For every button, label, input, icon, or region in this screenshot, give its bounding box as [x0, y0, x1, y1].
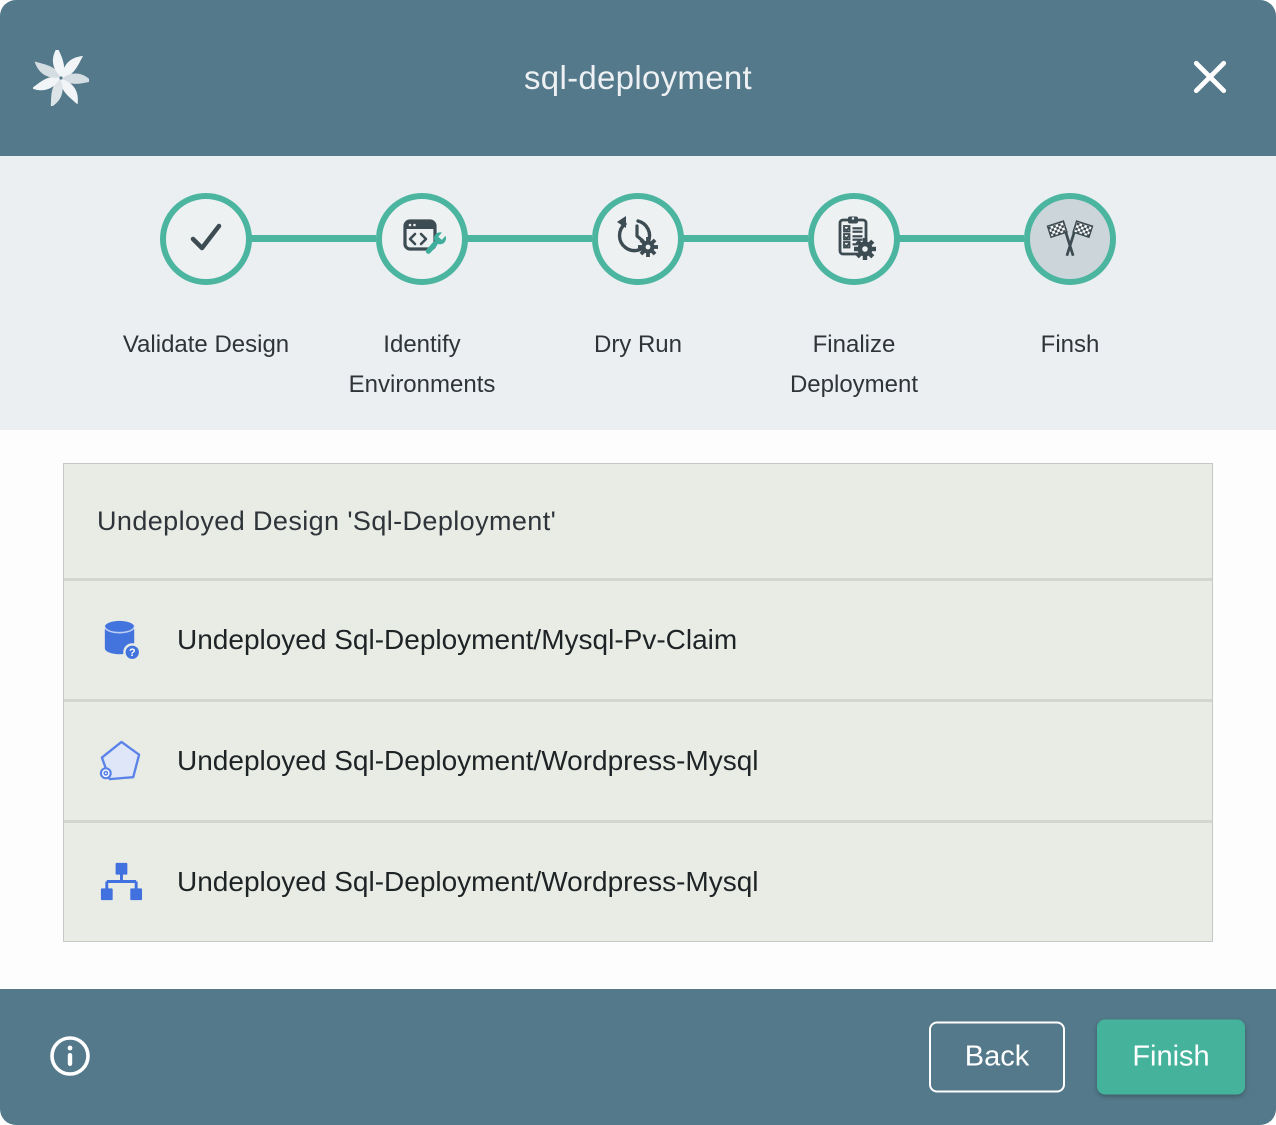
step-finish: Finsh — [962, 193, 1178, 405]
info-icon — [48, 1034, 92, 1081]
step-finish-circle[interactable] — [1024, 193, 1116, 285]
checkered-flags-icon — [1045, 212, 1095, 267]
step-finalize-deployment: Finalize Deployment — [746, 193, 962, 405]
step-label: Dry Run — [594, 325, 682, 365]
finish-button[interactable]: Finish — [1097, 1020, 1245, 1095]
step-dry-run-circle[interactable] — [592, 193, 684, 285]
svg-text:?: ? — [129, 647, 136, 659]
dialog-body: Undeployed Design 'Sql-Deployment' ? Und… — [0, 430, 1276, 989]
result-row-wordpress-mysql-pod: Undeployed Sql-Deployment/Wordpress-Mysq… — [64, 699, 1212, 820]
back-button[interactable]: Back — [929, 1022, 1065, 1093]
pod-icon — [97, 738, 144, 785]
dialog-footer: Back Finish — [0, 989, 1276, 1125]
database-icon: ? — [97, 617, 144, 664]
step-finalize-deployment-circle[interactable] — [808, 193, 900, 285]
step-identify-environments-circle[interactable] — [376, 193, 468, 285]
close-button[interactable] — [1188, 56, 1232, 100]
history-gear-icon — [614, 213, 662, 266]
info-button[interactable] — [48, 1035, 92, 1079]
step-label: Finalize Deployment — [754, 325, 954, 405]
result-row-wordpress-mysql-topology: Undeployed Sql-Deployment/Wordpress-Mysq… — [64, 820, 1212, 941]
deployment-wizard-dialog: sql-deployment — [0, 0, 1276, 1125]
step-validate-design-circle[interactable] — [160, 193, 252, 285]
step-label: Identify Environments — [322, 325, 522, 405]
step-label: Finsh — [1041, 325, 1100, 365]
check-icon — [182, 213, 230, 266]
step-identify-environments: Identify Environments — [314, 193, 530, 405]
result-text: Undeployed Sql-Deployment/Wordpress-Mysq… — [177, 745, 759, 777]
step-validate-design: Validate Design — [98, 193, 314, 405]
result-text: Undeployed Design 'Sql-Deployment' — [97, 506, 556, 537]
result-row-design: Undeployed Design 'Sql-Deployment' — [64, 464, 1212, 578]
footer-actions: Back Finish — [929, 1020, 1245, 1095]
clipboard-gear-icon — [830, 213, 878, 266]
code-window-wrench-icon — [398, 213, 446, 266]
deployment-results-list: Undeployed Design 'Sql-Deployment' ? Und… — [63, 463, 1213, 942]
step-label: Validate Design — [123, 325, 289, 365]
step-dry-run: Dry Run — [530, 193, 746, 405]
result-text: Undeployed Sql-Deployment/Mysql-Pv-Claim — [177, 624, 737, 656]
topology-icon — [97, 859, 144, 906]
dialog-title: sql-deployment — [0, 59, 1276, 97]
pinwheel-logo-icon — [33, 50, 89, 106]
result-text: Undeployed Sql-Deployment/Wordpress-Mysq… — [177, 866, 759, 898]
close-icon — [1191, 58, 1229, 99]
wizard-stepper: Validate Design — [0, 156, 1276, 430]
result-row-pv-claim: ? Undeployed Sql-Deployment/Mysql-Pv-Cla… — [64, 578, 1212, 699]
dialog-header: sql-deployment — [0, 0, 1276, 156]
